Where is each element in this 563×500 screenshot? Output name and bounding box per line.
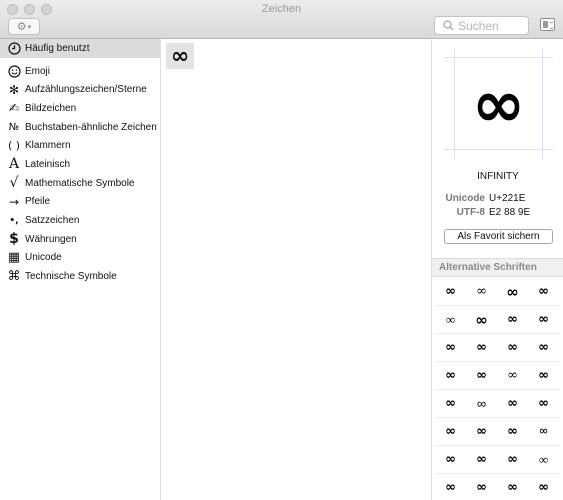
alt-glyph-cell[interactable]: ∞ [466, 418, 497, 446]
alternative-fonts-grid: ∞ ∞ ∞ ∞ ∞ ∞ ∞ ∞ ∞ ∞ ∞ ∞ ∞ ∞ ∞ ∞ ∞ ∞ ∞ ∞ … [435, 278, 563, 500]
sidebar-item-aufzaehlungszeichen[interactable]: ✻ Aufzählungszeichen/Sterne [0, 80, 160, 99]
sidebar-item-mathematische-symbole[interactable]: √ Mathematische Symbole [0, 174, 160, 193]
utf8-label: UTF-8 [456, 207, 485, 218]
toggle-inspector-button[interactable] [540, 18, 555, 31]
square-root-icon: √ [9, 175, 19, 192]
character-inspector: ∞ INFINITY Unicode U+221E UTF-8 E2 88 9E… [431, 39, 563, 500]
sidebar-item-label: Buchstaben-ähnliche Zeichen [25, 121, 157, 133]
sidebar-item-label: Währungen [25, 233, 77, 245]
search-input[interactable] [458, 18, 528, 33]
alt-glyph-cell[interactable]: ∞ [528, 306, 559, 334]
alt-glyph-cell[interactable]: ∞ [497, 446, 528, 474]
alt-glyph-cell[interactable]: ∞ [466, 362, 497, 390]
sidebar-item-unicode[interactable]: ▦ Unicode [0, 249, 160, 268]
alt-glyph-cell[interactable]: ∞ [466, 474, 497, 500]
alt-glyph-cell[interactable]: ∞ [466, 278, 497, 306]
character-cell[interactable]: ∞ [166, 43, 194, 69]
sidebar-item-label: Satzzeichen [25, 215, 80, 227]
alt-glyph-cell[interactable]: ∞ [497, 390, 528, 418]
alt-glyph-cell[interactable]: ∞ [497, 334, 528, 362]
sidebar-item-pfeile[interactable]: → Pfeile [0, 193, 160, 212]
alt-glyph-cell[interactable]: ∞ [528, 362, 559, 390]
unicode-label: Unicode [445, 193, 485, 204]
search-field[interactable] [434, 16, 529, 35]
command-icon: ⌘ [7, 269, 21, 285]
alt-glyph-cell[interactable]: ∞ [435, 278, 466, 306]
sidebar-item-emoji[interactable]: Emoji [0, 62, 160, 81]
unicode-grid-icon: ▦ [7, 250, 21, 266]
alt-glyph-cell[interactable]: ∞ [497, 306, 528, 334]
sidebar-item-haeufig-benutzt[interactable]: Häufig benutzt [0, 39, 160, 58]
sidebar-item-label: Klammern [25, 140, 71, 152]
alt-glyph-cell[interactable]: ∞ [528, 334, 559, 362]
sidebar-item-buchstaben[interactable]: № Buchstaben-ähnliche Zeichen [0, 118, 160, 137]
alt-glyph-cell[interactable]: ∞ [435, 446, 466, 474]
sidebar-item-label: Emoji [25, 65, 51, 77]
chevron-down-icon: ▾ [27, 23, 32, 31]
character-name: INFINITY [477, 171, 519, 182]
alt-glyph-cell[interactable]: ∞ [466, 306, 497, 334]
asterisk-icon: ✻ [8, 82, 20, 97]
letter-a-icon: A [8, 156, 20, 173]
gear-icon: ⚙ [16, 21, 27, 33]
alt-glyph-cell[interactable]: ∞ [435, 306, 466, 334]
alt-glyph-cell[interactable]: ∞ [528, 474, 559, 500]
pencil-icon: ✍ [8, 101, 20, 116]
punctuation-icon: •, [9, 215, 19, 226]
utf8-value: E2 88 9E [489, 207, 531, 218]
alt-glyph-cell[interactable]: ∞ [528, 418, 559, 446]
action-menu-button[interactable]: ⚙ ▾ [8, 18, 40, 35]
sidebar-item-waehrungen[interactable]: $ Währungen [0, 230, 160, 249]
alt-glyph-cell[interactable]: ∞ [528, 390, 559, 418]
sidebar-item-technische-symbole[interactable]: ⌘ Technische Symbole [0, 267, 160, 286]
sidebar-item-label: Aufzählungszeichen/Sterne [25, 84, 147, 96]
numero-icon: № [8, 121, 20, 133]
sidebar-item-lateinisch[interactable]: A Lateinisch [0, 155, 160, 174]
alt-glyph-cell[interactable]: ∞ [435, 362, 466, 390]
alt-glyph-cell[interactable]: ∞ [528, 278, 559, 306]
window-titlebar: Zeichen ⚙ ▾ [0, 0, 563, 39]
alt-glyph-cell[interactable]: ∞ [497, 278, 528, 306]
character-grid: ∞ [161, 39, 431, 500]
sidebar-item-label: Technische Symbole [25, 271, 117, 283]
sidebar-item-klammern[interactable]: ( ) Klammern [0, 136, 160, 155]
sidebar-item-label: Pfeile [25, 196, 51, 208]
alt-glyph-cell[interactable]: ∞ [497, 418, 528, 446]
alt-glyph-cell[interactable]: ∞ [466, 446, 497, 474]
add-to-favorites-button[interactable]: Als Favorit sichern [444, 229, 553, 244]
alt-glyph-cell[interactable]: ∞ [435, 474, 466, 500]
window-title: Zeichen [261, 3, 302, 15]
dollar-icon: $ [9, 231, 19, 248]
alt-glyph-cell[interactable]: ∞ [435, 390, 466, 418]
alt-glyph-cell[interactable]: ∞ [497, 362, 528, 390]
glyph-preview: ∞ [444, 49, 553, 159]
category-sidebar: Häufig benutzt Emoji ✻ Aufzählungszeiche… [0, 39, 161, 500]
alt-glyph-cell[interactable]: ∞ [435, 334, 466, 362]
sidebar-item-bildzeichen[interactable]: ✍ Bildzeichen [0, 99, 160, 118]
sidebar-item-satzzeichen[interactable]: •, Satzzeichen [0, 211, 160, 230]
sidebar-item-label: Unicode [25, 252, 62, 264]
alt-glyph-cell[interactable]: ∞ [466, 390, 497, 418]
alt-glyph-cell[interactable]: ∞ [528, 446, 559, 474]
arrow-right-icon: → [8, 194, 20, 209]
sidebar-item-label: Häufig benutzt [25, 42, 90, 54]
search-icon [443, 20, 454, 31]
sidebar-item-label: Lateinisch [25, 158, 71, 170]
alt-glyph-cell[interactable]: ∞ [435, 418, 466, 446]
preview-glyph: ∞ [471, 68, 526, 142]
alt-glyph-cell[interactable]: ∞ [497, 474, 528, 500]
smiley-icon [7, 64, 21, 78]
sidebar-item-label: Mathematische Symbole [25, 177, 135, 189]
unicode-value: U+221E [489, 193, 526, 204]
alternative-fonts-header: Alternative Schriften [432, 258, 563, 277]
alt-glyph-cell[interactable]: ∞ [466, 334, 497, 362]
clock-icon [7, 41, 21, 55]
parentheses-icon: ( ) [7, 139, 21, 153]
sidebar-item-label: Bildzeichen [25, 102, 77, 114]
